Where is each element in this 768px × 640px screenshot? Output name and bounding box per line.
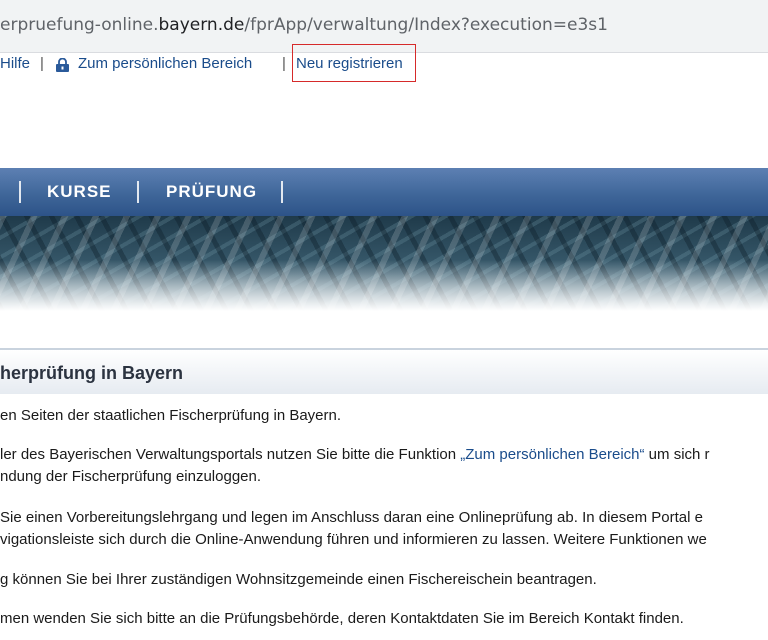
nav-separator xyxy=(281,181,283,203)
register-highlight-box xyxy=(292,44,416,82)
login-paragraph-line-2: ndung der Fischerprüfung einzuloggen. xyxy=(0,468,262,485)
personal-area-link[interactable]: Zum persönlichen Bereich xyxy=(78,55,252,72)
content-heading-bar: herprüfung in Bayern xyxy=(0,348,768,394)
page-title: herprüfung in Bayern xyxy=(0,363,184,383)
banner-fade xyxy=(0,260,768,320)
login-paragraph-line-1: ler des Bayerischen Verwaltungsportals n… xyxy=(0,444,710,466)
personal-area-inline-link[interactable]: „Zum persönlichen Bereich“ xyxy=(460,446,644,463)
text-segment: um sich r xyxy=(644,446,710,463)
nav-separator xyxy=(137,181,139,203)
url-domain: bayern.de xyxy=(158,15,245,35)
link-separator: | xyxy=(40,55,44,72)
nav-item-kurse[interactable]: KURSE xyxy=(47,182,112,202)
nav-item-pruefung[interactable]: PRÜFUNG xyxy=(166,182,257,202)
course-paragraph-line-2: vigationsleiste sich durch die Online-An… xyxy=(0,531,707,548)
lock-icon xyxy=(56,58,69,72)
license-paragraph: g können Sie bei Ihrer zuständigen Wohns… xyxy=(0,571,597,588)
url-path: /fprApp/verwaltung/Index?execution=e3s1 xyxy=(244,15,608,35)
course-paragraph-line-1: Sie einen Vorbereitungslehrgang und lege… xyxy=(0,509,703,526)
link-separator: | xyxy=(282,55,286,72)
text-segment: ler des Bayerischen Verwaltungsportals n… xyxy=(0,446,461,463)
intro-paragraph: en Seiten der staatlichen Fischerprüfung… xyxy=(0,407,342,424)
contact-paragraph: men wenden Sie sich bitte an die Prüfung… xyxy=(0,610,684,627)
main-navigation: KURSE PRÜFUNG xyxy=(0,168,768,216)
nav-separator xyxy=(19,181,21,203)
url-prefix: erpruefung-online. xyxy=(0,15,159,35)
help-link[interactable]: Hilfe xyxy=(0,55,30,72)
url-text[interactable]: erpruefung-online.bayern.de/fprApp/verwa… xyxy=(0,15,608,35)
